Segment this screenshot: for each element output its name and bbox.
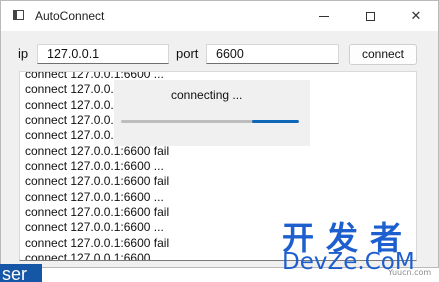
maximize-icon (365, 11, 375, 21)
log-line: connect 127.0.0.1:6600 ... (25, 251, 164, 261)
log-line: connect 127.0.0.1:6600 fail (25, 205, 170, 220)
log-line: connect 127.0.0.1:6600 fail (25, 235, 170, 250)
connecting-status-text: connecting ... (171, 88, 243, 102)
title-bar[interactable]: AutoConnect ✕ (1, 1, 438, 31)
minimize-button[interactable] (301, 1, 347, 31)
window-title: AutoConnect (35, 9, 105, 23)
log-line: connect 127.0.0.1:6600 fail (25, 143, 170, 158)
minimize-icon (319, 15, 329, 17)
ip-input[interactable]: 127.0.0.1 (37, 44, 169, 64)
connect-button[interactable]: connect (349, 44, 417, 65)
port-input[interactable]: 6600 (206, 44, 339, 64)
close-button[interactable]: ✕ (393, 1, 439, 31)
app-window-icon (13, 10, 24, 20)
close-icon: ✕ (410, 8, 422, 24)
port-label: port (176, 46, 199, 61)
log-line: connect 127.0.0.1:6600 ... (25, 159, 164, 174)
watermark-small-text: Yuucn.com (388, 268, 432, 277)
log-line: connect 127.0.0.1:6600 ... (25, 189, 164, 204)
log-line: connect 127.0.0.1:6600 ... (25, 220, 164, 235)
maximize-button[interactable] (347, 1, 393, 31)
progress-indicator (252, 120, 299, 123)
background-window-fragment: ser (0, 264, 42, 282)
ip-label: ip (18, 46, 29, 61)
log-line: connect 127.0.0.1:6600 fail (25, 174, 170, 189)
connecting-progress-dialog: connecting ... (114, 80, 310, 146)
busy-progress-bar (121, 120, 299, 123)
